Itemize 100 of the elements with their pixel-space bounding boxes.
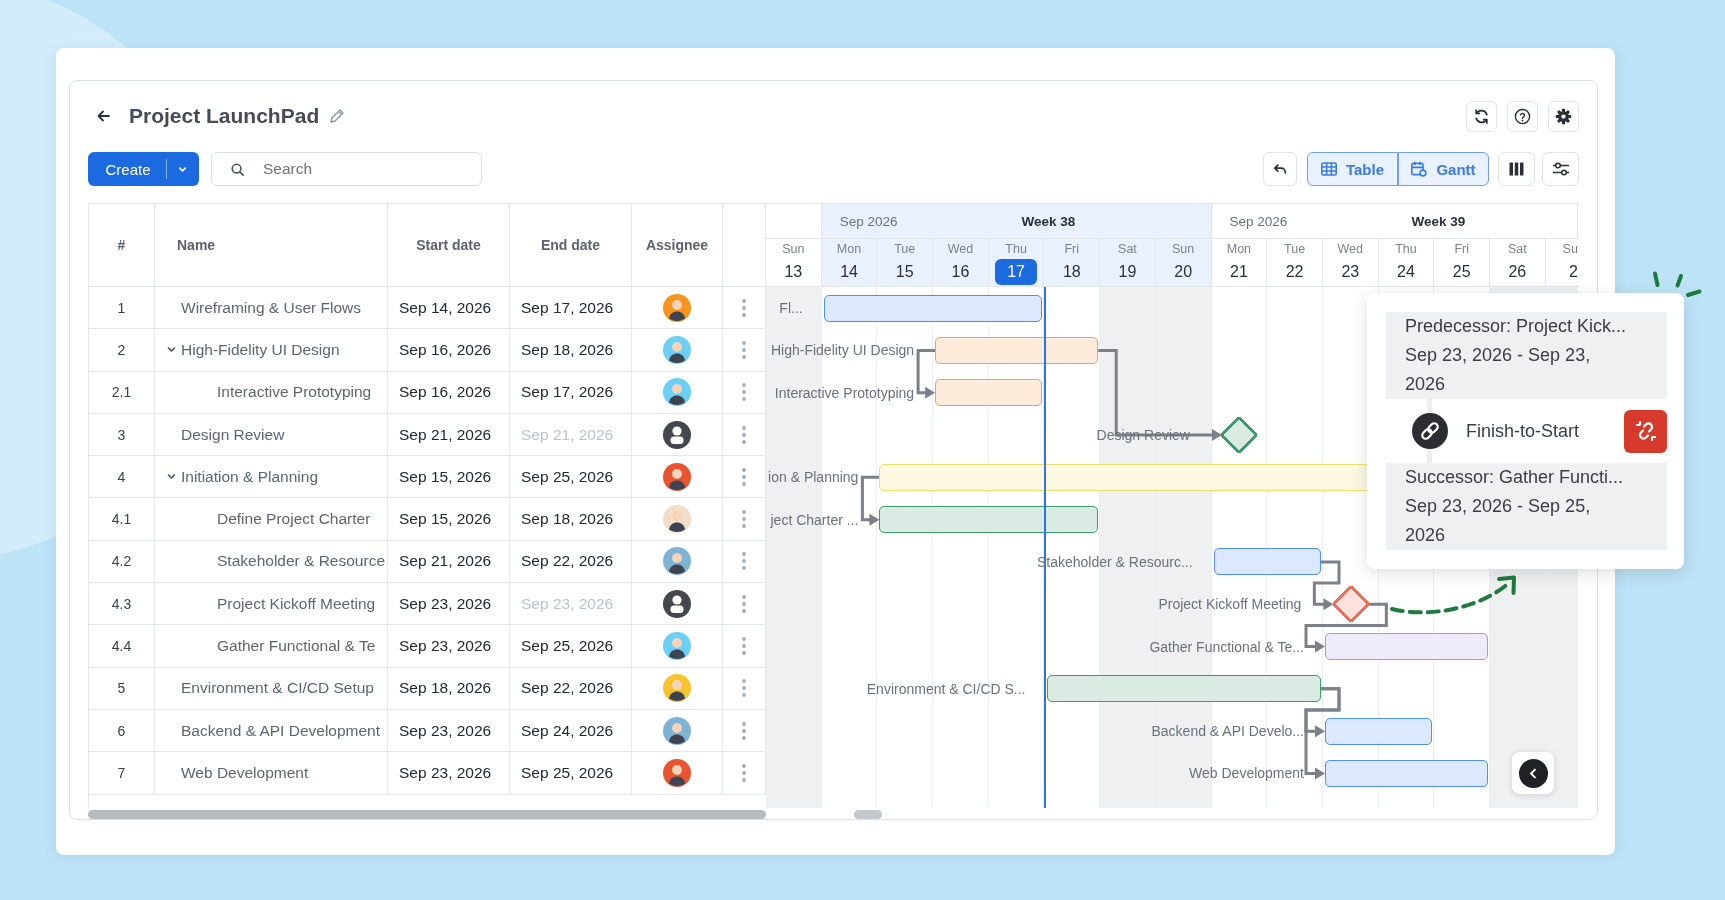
end-date: Sep 21, 2026 <box>521 425 614 444</box>
weekday-label: Wed <box>1337 242 1364 257</box>
start-date: Sep 23, 2026 <box>399 763 492 782</box>
undo-icon <box>1273 163 1287 175</box>
predecessor-title: Predecessor: Project Kick... <box>1405 315 1628 338</box>
unlink-button[interactable] <box>1624 409 1667 453</box>
columns-button[interactable] <box>1498 152 1535 186</box>
month-label: Sep 2026 <box>1229 213 1288 229</box>
chevron-down-icon[interactable] <box>167 472 176 482</box>
day-number: 16 <box>950 262 971 282</box>
kebab-icon <box>742 383 746 402</box>
task-name: Design Review <box>181 425 285 444</box>
view-tab[interactable]: Gantt <box>1398 152 1489 186</box>
column-header: End date <box>540 237 601 253</box>
start-date: Sep 23, 2026 <box>399 721 492 740</box>
start-date: Sep 18, 2026 <box>399 679 492 698</box>
day-number: 15 <box>894 262 915 282</box>
bar-label: Web Development <box>1189 764 1304 783</box>
back-arrow-icon[interactable] <box>97 110 110 122</box>
columns-icon <box>1509 162 1524 176</box>
kebab-icon <box>742 679 746 698</box>
day-number: 24 <box>1396 262 1416 282</box>
day-number: 23 <box>1340 262 1361 282</box>
task-bar[interactable] <box>1213 548 1321 576</box>
create-button[interactable]: Create <box>88 152 166 186</box>
bar-label: Environment & CI/CD S... <box>866 679 1026 698</box>
task-name: Backend & API Development <box>181 721 381 740</box>
dependency-arrow <box>916 348 936 399</box>
row-number: 4.4 <box>111 638 132 654</box>
kebab-icon <box>742 340 746 359</box>
task-bar[interactable] <box>1325 633 1489 661</box>
end-date: Sep 22, 2026 <box>521 679 614 698</box>
help-button[interactable] <box>1507 100 1538 132</box>
bar-label: Backend & API Develo... <box>1151 722 1304 741</box>
sparkle-icon <box>1650 271 1702 298</box>
end-date: Sep 17, 2026 <box>521 298 614 317</box>
milestone-diamond[interactable] <box>1331 585 1370 624</box>
weekday-label: Sun <box>782 242 805 257</box>
row-number: 7 <box>117 764 126 781</box>
successor-title: Successor: Gather Functi... <box>1405 466 1625 489</box>
task-bar[interactable] <box>1325 717 1433 745</box>
day-number: 20 <box>1173 262 1194 282</box>
search-field[interactable]: Search <box>211 152 482 186</box>
task-bar[interactable] <box>823 294 1043 322</box>
day-number: 19 <box>1117 262 1138 282</box>
dependency-arrow <box>860 475 880 526</box>
weekday-label: Sun <box>1172 242 1195 257</box>
row-number: 2.1 <box>111 384 132 401</box>
unassigned-user-icon <box>663 589 691 618</box>
create-menu-button[interactable] <box>166 152 199 186</box>
bar-label: Project Kickoff Meeting <box>1158 595 1302 614</box>
project-title: Project LaunchPad <box>129 103 320 129</box>
filter-button[interactable] <box>1542 152 1579 186</box>
column-header: Start date <box>416 237 481 253</box>
weekday-label: Fri <box>1454 242 1469 257</box>
month-label: Sep 2026 <box>839 213 898 229</box>
horizontal-scrollbar[interactable] <box>854 810 882 819</box>
task-bar[interactable] <box>1325 759 1489 787</box>
start-date: Sep 23, 2026 <box>399 637 492 655</box>
day-number: 13 <box>783 262 804 282</box>
bar-label: Gather Functional & Te... <box>1149 637 1304 656</box>
successor-dates: Sep 23, 2026 - Sep 25, 2026 <box>1405 495 1592 547</box>
unassigned-user-icon <box>663 420 691 449</box>
row-number: 4.2 <box>111 553 132 570</box>
end-date: Sep 25, 2026 <box>521 637 614 655</box>
day-number: 14 <box>839 262 859 282</box>
weekday-label: Fri <box>1064 242 1080 257</box>
day-number: 22 <box>1284 262 1305 282</box>
horizontal-scrollbar[interactable] <box>88 810 766 819</box>
weekday-label: Sat <box>1118 242 1137 257</box>
weekday-label: Su <box>1562 242 1578 257</box>
day-number: 21 <box>1229 262 1249 282</box>
week-label: Week 39 <box>1411 213 1466 229</box>
start-date: Sep 15, 2026 <box>399 467 492 486</box>
weekday-label: Sat <box>1507 242 1527 257</box>
chevron-down-icon[interactable] <box>167 345 176 355</box>
end-date: Sep 22, 2026 <box>521 552 614 571</box>
task-bar[interactable] <box>1046 675 1321 703</box>
task-name: Web Development <box>181 763 309 782</box>
settings-button[interactable] <box>1548 100 1579 132</box>
kebab-icon <box>742 594 746 613</box>
settings-icon <box>1555 107 1572 125</box>
collapse-button[interactable] <box>1512 752 1554 794</box>
task-bar[interactable] <box>935 336 1099 364</box>
link-type-label: Finish-to-Start <box>1466 420 1580 442</box>
view-tab[interactable]: Table <box>1307 152 1398 186</box>
kebab-icon <box>742 425 746 444</box>
end-date: Sep 17, 2026 <box>521 383 614 402</box>
sync-button[interactable] <box>1466 100 1497 132</box>
predecessor-dates: Sep 23, 2026 - Sep 23, 2026 <box>1405 344 1592 396</box>
start-date: Sep 21, 2026 <box>399 552 492 571</box>
undo-button[interactable] <box>1263 152 1297 186</box>
row-number: 6 <box>117 722 126 739</box>
task-bar[interactable] <box>879 506 1099 534</box>
kebab-icon <box>742 552 746 571</box>
day-number: 18 <box>1061 262 1082 282</box>
help-icon <box>1514 107 1531 125</box>
task-bar[interactable] <box>935 379 1043 407</box>
start-date: Sep 21, 2026 <box>399 425 492 444</box>
milestone-diamond[interactable] <box>1220 416 1259 455</box>
